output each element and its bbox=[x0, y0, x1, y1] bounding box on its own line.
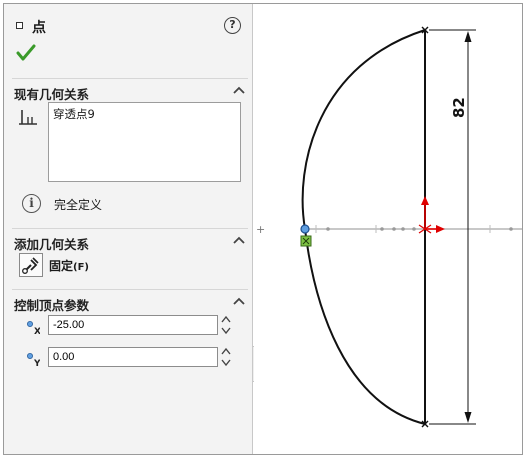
solidworks-window: 点 ? 现有几何关系 穿透点9 i 完全定义 添加几何关系 固定(F) 控制顶点… bbox=[3, 3, 523, 455]
pierce-relation-marker[interactable] bbox=[300, 235, 312, 247]
info-icon: i bbox=[22, 194, 41, 213]
vertex-params-title: 控制顶点参数 bbox=[14, 298, 90, 313]
chevron-up-icon[interactable] bbox=[232, 295, 246, 307]
y-coordinate-field[interactable] bbox=[48, 347, 218, 367]
x-coordinate-spinner[interactable] bbox=[220, 314, 232, 336]
help-icon[interactable]: ? bbox=[224, 17, 241, 34]
fix-shortcut: (F) bbox=[73, 262, 89, 273]
fix-relation-label[interactable]: 固定(F) bbox=[49, 257, 89, 274]
add-relations-title: 添加几何关系 bbox=[14, 237, 90, 252]
x-axis-label: X bbox=[34, 327, 40, 334]
existing-relations-title: 现有几何关系 bbox=[14, 87, 90, 102]
definition-status: 完全定义 bbox=[54, 198, 103, 212]
x-coordinate-field[interactable] bbox=[48, 315, 218, 335]
sketch-geometry: + 82 bbox=[256, 26, 522, 428]
existing-relations-list[interactable]: 穿透点9 bbox=[48, 102, 241, 182]
y-coordinate-icon: Y bbox=[27, 353, 40, 366]
dimension-value[interactable]: 82 bbox=[450, 97, 468, 118]
sketch-origin-icon bbox=[418, 196, 445, 234]
point-property-manager: 点 ? 现有几何关系 穿透点9 i 完全定义 添加几何关系 固定(F) 控制顶点… bbox=[4, 4, 253, 454]
origin-mark: + bbox=[256, 223, 265, 236]
fix-relation-button[interactable] bbox=[19, 253, 43, 277]
ellipse-arc[interactable] bbox=[301, 29, 426, 425]
property-manager-header: 点 ? bbox=[4, 4, 253, 76]
property-manager-title: 点 bbox=[32, 20, 46, 36]
x-coordinate-icon: X bbox=[27, 321, 40, 334]
vertex-params-section-header[interactable]: 控制顶点参数 bbox=[12, 289, 248, 313]
add-relations-section-header[interactable]: 添加几何关系 bbox=[12, 228, 248, 252]
chevron-up-icon[interactable] bbox=[232, 84, 246, 96]
fix-relation-icon bbox=[22, 257, 39, 274]
sketch-canvas[interactable]: + 82 bbox=[254, 4, 522, 454]
fix-label-text: 固定 bbox=[49, 259, 74, 273]
selected-point[interactable] bbox=[300, 224, 310, 234]
relation-item-pierce[interactable]: 穿透点9 bbox=[53, 106, 95, 122]
y-axis-label: Y bbox=[33, 359, 40, 366]
pierce-relation-icon bbox=[19, 110, 37, 125]
y-coordinate-spinner[interactable] bbox=[220, 346, 232, 368]
existing-relations-section-header[interactable]: 现有几何关系 bbox=[12, 78, 248, 102]
chevron-up-icon[interactable] bbox=[232, 234, 246, 246]
point-icon bbox=[16, 22, 23, 29]
check-icon[interactable] bbox=[16, 44, 36, 62]
